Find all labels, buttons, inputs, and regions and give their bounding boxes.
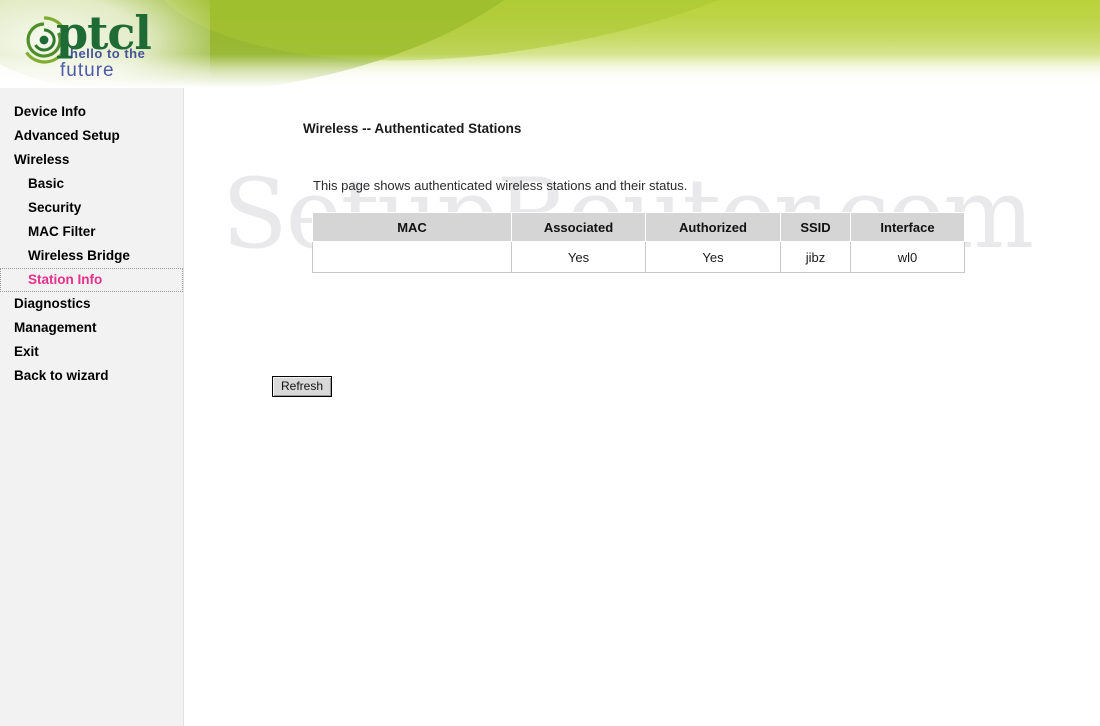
refresh-button[interactable]: Refresh: [272, 376, 333, 397]
sidebar-item-mac-filter[interactable]: MAC Filter: [0, 220, 183, 244]
ptcl-logo: ptcl hello to the future: [14, 4, 179, 84]
sidebar-item-wireless-bridge[interactable]: Wireless Bridge: [0, 244, 183, 268]
sidebar-item-security[interactable]: Security: [0, 196, 183, 220]
sidebar-item-wireless[interactable]: Wireless: [0, 148, 183, 172]
sidebar-item-device-info[interactable]: Device Info: [0, 100, 183, 124]
logo-tagline-line1: hello to the: [70, 46, 146, 61]
cell-authorized: Yes: [645, 241, 781, 273]
column-header-associated: Associated: [511, 212, 646, 242]
sidebar-item-back-to-wizard[interactable]: Back to wizard: [0, 364, 183, 388]
column-header-authorized: Authorized: [645, 212, 781, 242]
page-description: This page shows authenticated wireless s…: [313, 178, 688, 193]
sidebar-item-basic[interactable]: Basic: [0, 172, 183, 196]
authenticated-stations-table: MAC Associated Authorized SSID Interface…: [312, 212, 965, 273]
column-header-mac: MAC: [312, 212, 512, 242]
main-content: Wireless -- Authenticated Stations This …: [184, 88, 1100, 726]
page-banner: ptcl hello to the future: [0, 0, 1100, 88]
cell-mac: [312, 241, 512, 273]
sidebar-item-advanced-setup[interactable]: Advanced Setup: [0, 124, 183, 148]
sidebar-nav: Device Info Advanced Setup Wireless Basi…: [0, 88, 184, 726]
sidebar-item-management[interactable]: Management: [0, 316, 183, 340]
sidebar-item-exit[interactable]: Exit: [0, 340, 183, 364]
cell-associated: Yes: [511, 241, 646, 273]
column-header-ssid: SSID: [780, 212, 851, 242]
column-header-interface: Interface: [850, 212, 965, 242]
table-header-row: MAC Associated Authorized SSID Interface: [312, 212, 965, 242]
page-title: Wireless -- Authenticated Stations: [303, 121, 522, 136]
logo-tagline-line2: future: [60, 60, 115, 81]
sidebar-item-station-info[interactable]: Station Info: [0, 268, 183, 292]
cell-interface: wl0: [850, 241, 965, 273]
cell-ssid: jibz: [780, 241, 851, 273]
table-row: Yes Yes jibz wl0: [312, 241, 965, 273]
sidebar-item-diagnostics[interactable]: Diagnostics: [0, 292, 183, 316]
